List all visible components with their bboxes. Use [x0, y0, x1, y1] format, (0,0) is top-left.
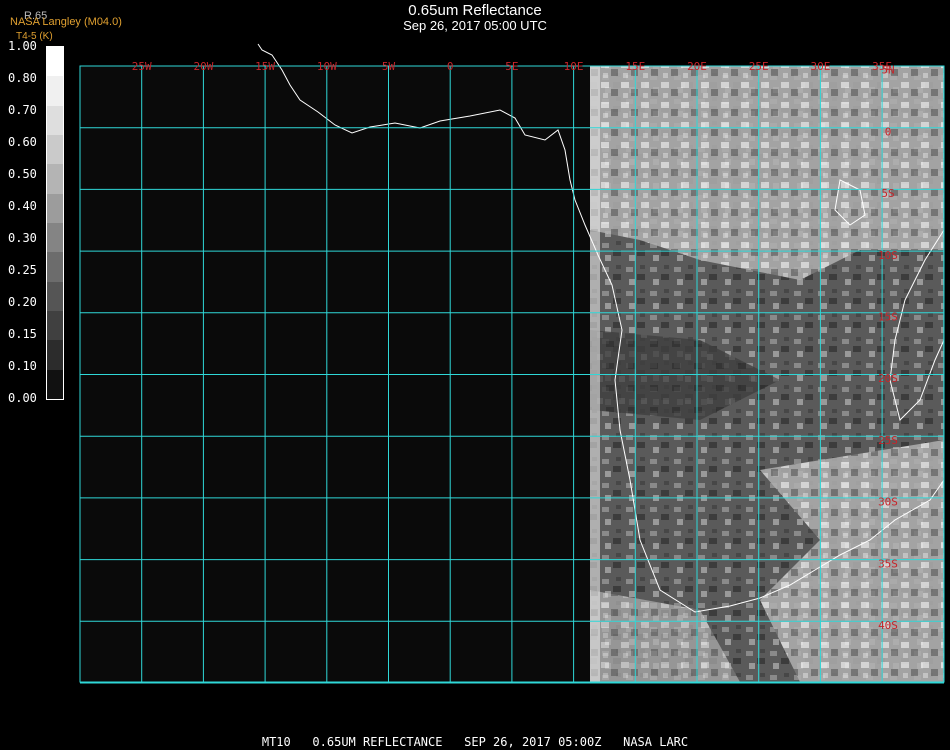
- latitude-label: 25S: [878, 434, 898, 447]
- longitude-label: 5W: [382, 60, 396, 73]
- latitude-label: 5N: [881, 64, 894, 77]
- longitude-label: 10E: [564, 60, 584, 73]
- latitude-label: 30S: [878, 496, 898, 509]
- latitude-label: 40S: [878, 619, 898, 632]
- longitude-label: 30E: [810, 60, 830, 73]
- satellite-map: 25W 20W 15W 10W 5W 0 5E 10E 15E 20E 25E 30E 35E5N05S…: [79, 43, 945, 684]
- longitude-label: 0: [447, 60, 454, 73]
- latitude-label: 5S: [881, 187, 894, 200]
- longitude-label: 15W: [255, 60, 275, 73]
- latitude-label: 35S: [878, 557, 898, 570]
- longitude-label: 10W: [317, 60, 337, 73]
- latitude-label: 20S: [878, 372, 898, 385]
- longitude-label: 5E: [505, 60, 518, 73]
- longitude-label: 15E: [625, 60, 645, 73]
- longitude-label: 25W: [132, 60, 152, 73]
- latitude-label: 15S: [878, 311, 898, 324]
- map-layer: 25W 20W 15W 10W 5W 0 5E 10E 15E 20E 25E 30E 35E5N05S…: [79, 43, 945, 684]
- latitude-label: 10S: [878, 249, 898, 262]
- latitude-label: 0: [885, 125, 892, 138]
- longitude-label: 20E: [687, 60, 707, 73]
- longitude-label: 25E: [749, 60, 769, 73]
- longitude-label: 20W: [193, 60, 213, 73]
- footer-caption: MT10 0.65UM REFLECTANCE SEP 26, 2017 05:…: [261, 735, 689, 749]
